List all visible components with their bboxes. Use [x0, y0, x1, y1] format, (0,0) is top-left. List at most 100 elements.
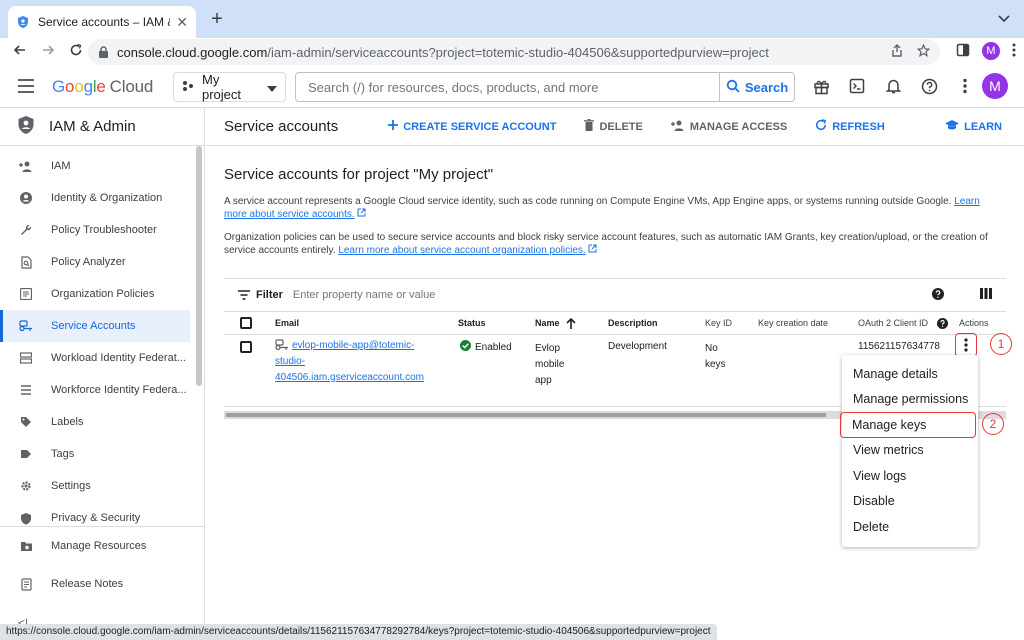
column-description[interactable]: Description — [608, 318, 658, 328]
sidebar-item-manage-resources[interactable]: Manage Resources — [0, 527, 204, 565]
menu-item-disable[interactable]: Disable — [842, 489, 978, 515]
google-cloud-logo[interactable]: Google Cloud — [52, 77, 153, 97]
column-key-id[interactable]: Key ID — [705, 318, 732, 328]
cloud-shell-icon[interactable] — [846, 75, 868, 97]
url-host: console.cloud.google.com — [117, 44, 268, 60]
service-account-name: Evlop mobile app — [535, 343, 565, 386]
sidebar-item-label: Workload Identity Federat... — [51, 352, 186, 364]
help-icon[interactable] — [918, 75, 940, 97]
sort-arrow-up-icon[interactable] — [566, 317, 576, 331]
help-icon[interactable] — [932, 288, 944, 303]
sidebar-scrollbar[interactable] — [196, 146, 202, 386]
sidebar-item-label: Settings — [51, 480, 91, 492]
back-arrow-icon[interactable] — [6, 43, 34, 61]
sidebar-item-identity-organization[interactable]: Identity & Organization — [0, 182, 204, 214]
side-panel-icon[interactable] — [956, 43, 970, 60]
sidebar-item-tags[interactable]: Tags — [0, 438, 204, 470]
trash-icon — [584, 119, 595, 134]
shield-favicon-icon — [16, 15, 30, 29]
column-display-icon[interactable] — [980, 288, 992, 302]
menu-item-delete[interactable]: Delete — [842, 514, 978, 540]
sidebar-item-workforce-identity-federa[interactable]: Workforce Identity Federa... — [0, 374, 204, 406]
browser-profile-avatar[interactable]: M — [982, 42, 1000, 60]
document-search-icon — [19, 255, 33, 269]
service-account-description-cell: Development — [608, 341, 667, 352]
section-heading: Service accounts for project "My project… — [224, 166, 494, 183]
lock-icon[interactable] — [98, 45, 109, 59]
row-checkbox[interactable] — [240, 341, 252, 353]
learn-more-org-policies-link[interactable]: Learn more about service account organiz… — [338, 245, 585, 256]
row-actions-more-vert-button[interactable] — [955, 333, 977, 357]
help-icon[interactable] — [937, 318, 948, 331]
select-all-checkbox[interactable] — [240, 317, 252, 329]
menu-item-view-logs[interactable]: View logs — [842, 463, 978, 489]
search-bar: Search — [295, 72, 795, 102]
action-toolbar: Service accounts CREATE SERVICE ACCOUNT … — [206, 108, 1024, 146]
learn-button[interactable]: LEARN — [945, 120, 1002, 134]
sidebar-header: IAM & Admin — [0, 108, 204, 146]
sidebar-item-policy-analyzer[interactable]: Policy Analyzer — [0, 246, 204, 278]
tag-icon — [19, 447, 33, 461]
menu-item-manage-details[interactable]: Manage details — [842, 361, 978, 387]
browser-menu-icon[interactable] — [1012, 43, 1016, 60]
menu-item-view-metrics[interactable]: View metrics — [842, 438, 978, 464]
url-path: /iam-admin/serviceaccounts?project=totem… — [267, 44, 769, 60]
wrench-icon — [19, 223, 33, 237]
share-icon[interactable] — [891, 44, 903, 60]
person-add-icon — [670, 120, 685, 134]
browser-address-bar: console.cloud.google.com/iam-admin/servi… — [0, 38, 1024, 66]
refresh-button[interactable]: REFRESH — [815, 119, 885, 134]
project-hierarchy-icon — [182, 80, 194, 95]
sidebar-item-policy-troubleshooter[interactable]: Policy Troubleshooter — [0, 214, 204, 246]
column-name[interactable]: Name — [535, 318, 560, 328]
url-bar[interactable]: console.cloud.google.com/iam-admin/servi… — [88, 39, 940, 65]
menu-item-manage-keys[interactable]: Manage keys — [840, 412, 976, 438]
forward-arrow-icon[interactable] — [34, 43, 62, 61]
column-email[interactable]: Email — [275, 318, 299, 328]
project-picker[interactable]: My project — [173, 72, 286, 102]
column-key-creation-date[interactable]: Key creation date — [758, 318, 828, 328]
check-circle-icon — [460, 340, 471, 354]
service-account-email-link[interactable]: evlop-mobile-app@totemic- — [292, 340, 414, 351]
sidebar-item-workload-identity-federat[interactable]: Workload Identity Federat... — [0, 342, 204, 374]
menu-item-manage-permissions[interactable]: Manage permissions — [842, 387, 978, 413]
gear-icon — [19, 479, 33, 493]
tab-close-icon[interactable]: ✕ — [176, 14, 188, 31]
bookmark-star-icon[interactable] — [916, 43, 931, 60]
notes-icon — [19, 577, 33, 591]
sidebar-item-labels[interactable]: Labels — [0, 406, 204, 438]
tab-search-chevron-icon[interactable] — [998, 11, 1010, 26]
new-tab-icon[interactable]: + — [206, 8, 228, 30]
sidebar-item-iam[interactable]: IAM — [0, 150, 204, 182]
search-icon — [726, 79, 740, 96]
column-oauth-client-id[interactable]: OAuth 2 Client ID — [858, 318, 928, 328]
delete-button[interactable]: DELETE — [584, 119, 643, 134]
browser-tab[interactable]: Service accounts – IAM & Admin ✕ — [8, 6, 196, 38]
sidebar-item-label: IAM — [51, 160, 71, 172]
row-actions-menu: Manage details Manage permissions Manage k… — [840, 355, 978, 547]
hamburger-menu-icon[interactable] — [18, 79, 34, 93]
manage-access-button[interactable]: MANAGE ACCESS — [670, 120, 787, 134]
filter-input[interactable] — [292, 289, 593, 301]
sidebar-item-label: Workforce Identity Federa... — [51, 384, 187, 396]
browser-tab-bar: Service accounts – IAM & Admin ✕ + — [0, 0, 1024, 38]
sidebar-item-service-accounts[interactable]: Service Accounts — [0, 310, 190, 342]
create-service-account-button[interactable]: CREATE SERVICE ACCOUNT — [388, 120, 556, 133]
notifications-bell-icon[interactable] — [882, 75, 904, 97]
gift-icon[interactable] — [810, 75, 832, 97]
sidebar-item-label: Tags — [51, 448, 75, 460]
key-id-cell: No keys — [705, 343, 726, 370]
account-circle-icon — [19, 191, 33, 205]
search-input[interactable] — [296, 73, 719, 101]
sidebar-item-organization-policies[interactable]: Organization Policies — [0, 278, 204, 310]
org-policy-description: Organization policies can be used to sec… — [224, 232, 988, 256]
search-button[interactable]: Search — [719, 73, 794, 101]
column-status[interactable]: Status — [458, 318, 486, 328]
sidebar-title: IAM & Admin — [49, 118, 136, 135]
open-new-window-icon — [357, 208, 366, 220]
sidebar-item-release-notes[interactable]: Release Notes — [0, 565, 204, 603]
reload-icon[interactable] — [62, 43, 90, 61]
sidebar-item-settings[interactable]: Settings — [0, 470, 204, 502]
more-vert-icon[interactable] — [954, 75, 976, 97]
account-avatar[interactable]: M — [982, 73, 1008, 99]
